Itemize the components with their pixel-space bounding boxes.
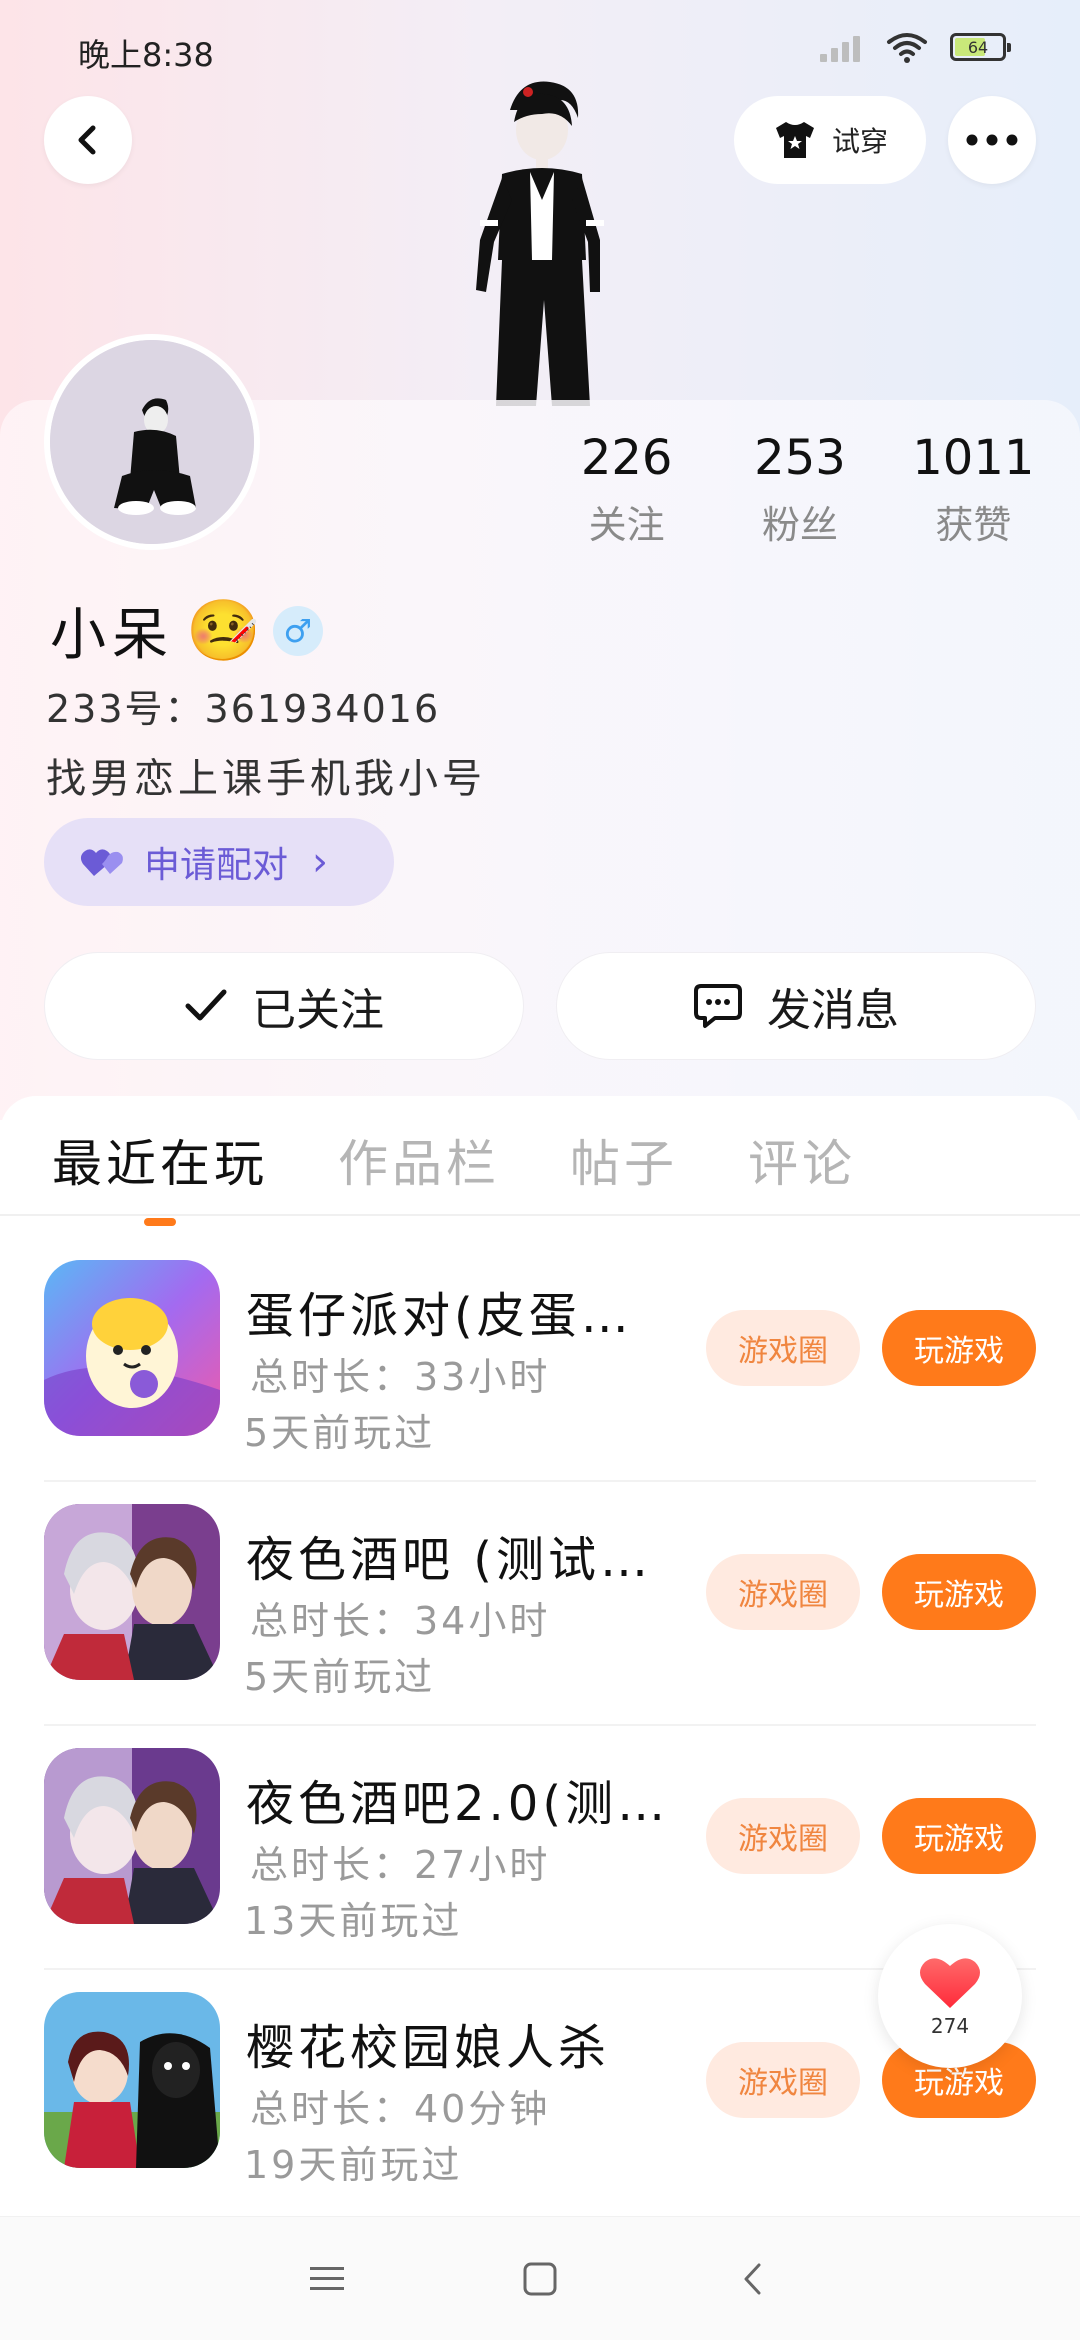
game-duration: 总时长：40分钟 xyxy=(250,2087,551,2131)
list-item[interactable]: 蛋仔派对(皮蛋… 总时长：33小时 5天前玩过 游戏圈 玩游戏 xyxy=(0,1236,1080,1480)
game-title: 夜色酒吧 (测试… xyxy=(246,1532,652,1588)
game-duration: 总时长：27小时 xyxy=(250,1843,551,1887)
send-message-button[interactable]: 发消息 xyxy=(556,952,1036,1060)
game-last-played: 5天前玩过 xyxy=(244,1655,436,1699)
profile-stats: 226 关注 253 粉丝 1011 获赞 xyxy=(540,430,1060,549)
menu-lines-icon xyxy=(309,2266,344,2290)
more-dots-icon xyxy=(966,134,1018,146)
play-game-button[interactable]: 玩游戏 xyxy=(882,1798,1036,1874)
username-row: 小呆 🤒 ♂ xyxy=(50,590,323,671)
game-circle-button[interactable]: 游戏圈 xyxy=(706,1798,860,1874)
game-icon[interactable] xyxy=(44,1260,220,1436)
avatar-image xyxy=(50,340,254,544)
request-pair-label: 申请配对 xyxy=(144,845,289,886)
request-pair-button[interactable]: 申请配对 › xyxy=(44,818,394,906)
game-circle-button[interactable]: 游戏圈 xyxy=(706,2042,860,2118)
game-title: 蛋仔派对(皮蛋… xyxy=(246,1288,633,1344)
game-circle-button[interactable]: 游戏圈 xyxy=(706,1554,860,1630)
try-on-label: 试穿 xyxy=(831,125,888,158)
stat-label: 关注 xyxy=(588,503,665,547)
profile-tabs: 最近在玩 作品栏 帖子 评论 xyxy=(52,1124,856,1226)
try-on-button[interactable]: 试穿 xyxy=(734,96,926,184)
recent-apps-button[interactable] xyxy=(297,2249,357,2309)
send-message-label: 发消息 xyxy=(767,985,899,1036)
game-last-played: 19天前玩过 xyxy=(244,2143,463,2187)
stat-value: 253 xyxy=(754,430,846,486)
chevron-left-icon xyxy=(744,2263,761,2294)
sick-face-emoji-icon: 🤒 xyxy=(186,595,261,666)
game-icon-image xyxy=(44,1748,220,1924)
chevron-left-icon xyxy=(78,125,96,155)
double-heart-icon xyxy=(80,849,123,876)
game-title: 樱花校园娘人杀 xyxy=(246,2020,611,2076)
tab-comments[interactable]: 评论 xyxy=(748,1124,856,1226)
chat-bubble-icon xyxy=(694,984,742,1028)
tab-works[interactable]: 作品栏 xyxy=(338,1124,500,1226)
game-icon[interactable] xyxy=(44,1748,220,1924)
tab-recently-played[interactable]: 最近在玩 xyxy=(52,1124,268,1226)
game-icon[interactable] xyxy=(44,1992,220,2168)
game-duration: 总时长：34小时 xyxy=(250,1599,551,1643)
wifi-icon xyxy=(887,33,927,63)
signal-icon xyxy=(820,32,864,62)
game-last-played: 5天前玩过 xyxy=(244,1411,436,1455)
game-icon-image xyxy=(44,1260,220,1436)
avatar-character-illustration xyxy=(476,81,604,406)
user-id: 233号：361934016 xyxy=(46,687,441,731)
stat-label: 粉丝 xyxy=(761,503,838,547)
home-button[interactable] xyxy=(510,2249,570,2309)
game-icon[interactable] xyxy=(44,1504,220,1680)
stat-likes[interactable]: 1011 获赞 xyxy=(887,430,1060,549)
system-back-button[interactable] xyxy=(723,2249,783,2309)
checkmark-icon xyxy=(185,989,227,1021)
game-duration: 总时长：33小时 xyxy=(250,1355,551,1399)
avatar[interactable] xyxy=(44,334,260,550)
more-options-button[interactable] xyxy=(948,96,1036,184)
game-title: 夜色酒吧2.0(测… xyxy=(246,1776,670,1832)
like-floating-button[interactable]: 274 xyxy=(878,1924,1022,2068)
play-game-button[interactable]: 玩游戏 xyxy=(882,1310,1036,1386)
game-icon-image xyxy=(44,1992,220,2168)
game-last-played: 13天前玩过 xyxy=(244,1899,463,1943)
status-time: 晚上8:38 xyxy=(78,36,214,74)
game-circle-button[interactable]: 游戏圈 xyxy=(706,1310,860,1386)
username: 小呆 xyxy=(50,603,174,668)
status-icons: 64 xyxy=(820,30,1011,64)
system-nav-bar xyxy=(0,2216,1080,2340)
stat-value: 1011 xyxy=(912,430,1035,486)
chevron-right-icon: › xyxy=(312,839,329,885)
male-gender-icon: ♂ xyxy=(272,605,323,656)
like-count: 274 xyxy=(930,2014,970,2038)
back-button[interactable] xyxy=(44,96,132,184)
battery-icon: 64 xyxy=(950,33,1011,61)
stat-value: 226 xyxy=(580,430,673,486)
following-label: 已关注 xyxy=(252,985,384,1036)
battery-percent: 64 xyxy=(967,37,989,57)
profile-actions: 已关注 发消息 xyxy=(44,952,1036,1060)
game-list: 蛋仔派对(皮蛋… 总时长：33小时 5天前玩过 游戏圈 玩游戏 夜色酒吧 (测试… xyxy=(0,1236,1080,2212)
stat-label: 获赞 xyxy=(935,503,1012,547)
user-bio: 找男恋上课手机我小号 xyxy=(46,756,486,802)
stat-followers[interactable]: 253 粉丝 xyxy=(713,430,886,549)
game-icon-image xyxy=(44,1504,220,1680)
tab-posts[interactable]: 帖子 xyxy=(570,1124,678,1226)
play-game-button[interactable]: 玩游戏 xyxy=(882,1554,1036,1630)
tshirt-icon xyxy=(775,122,814,158)
stat-following[interactable]: 226 关注 xyxy=(540,430,713,549)
square-home-icon xyxy=(523,2262,557,2295)
tab-divider xyxy=(0,1214,1080,1216)
list-item[interactable]: 夜色酒吧 (测试… 总时长：34小时 5天前玩过 游戏圈 玩游戏 xyxy=(0,1480,1080,1724)
heart-icon xyxy=(920,1958,980,2008)
following-button[interactable]: 已关注 xyxy=(44,952,524,1060)
